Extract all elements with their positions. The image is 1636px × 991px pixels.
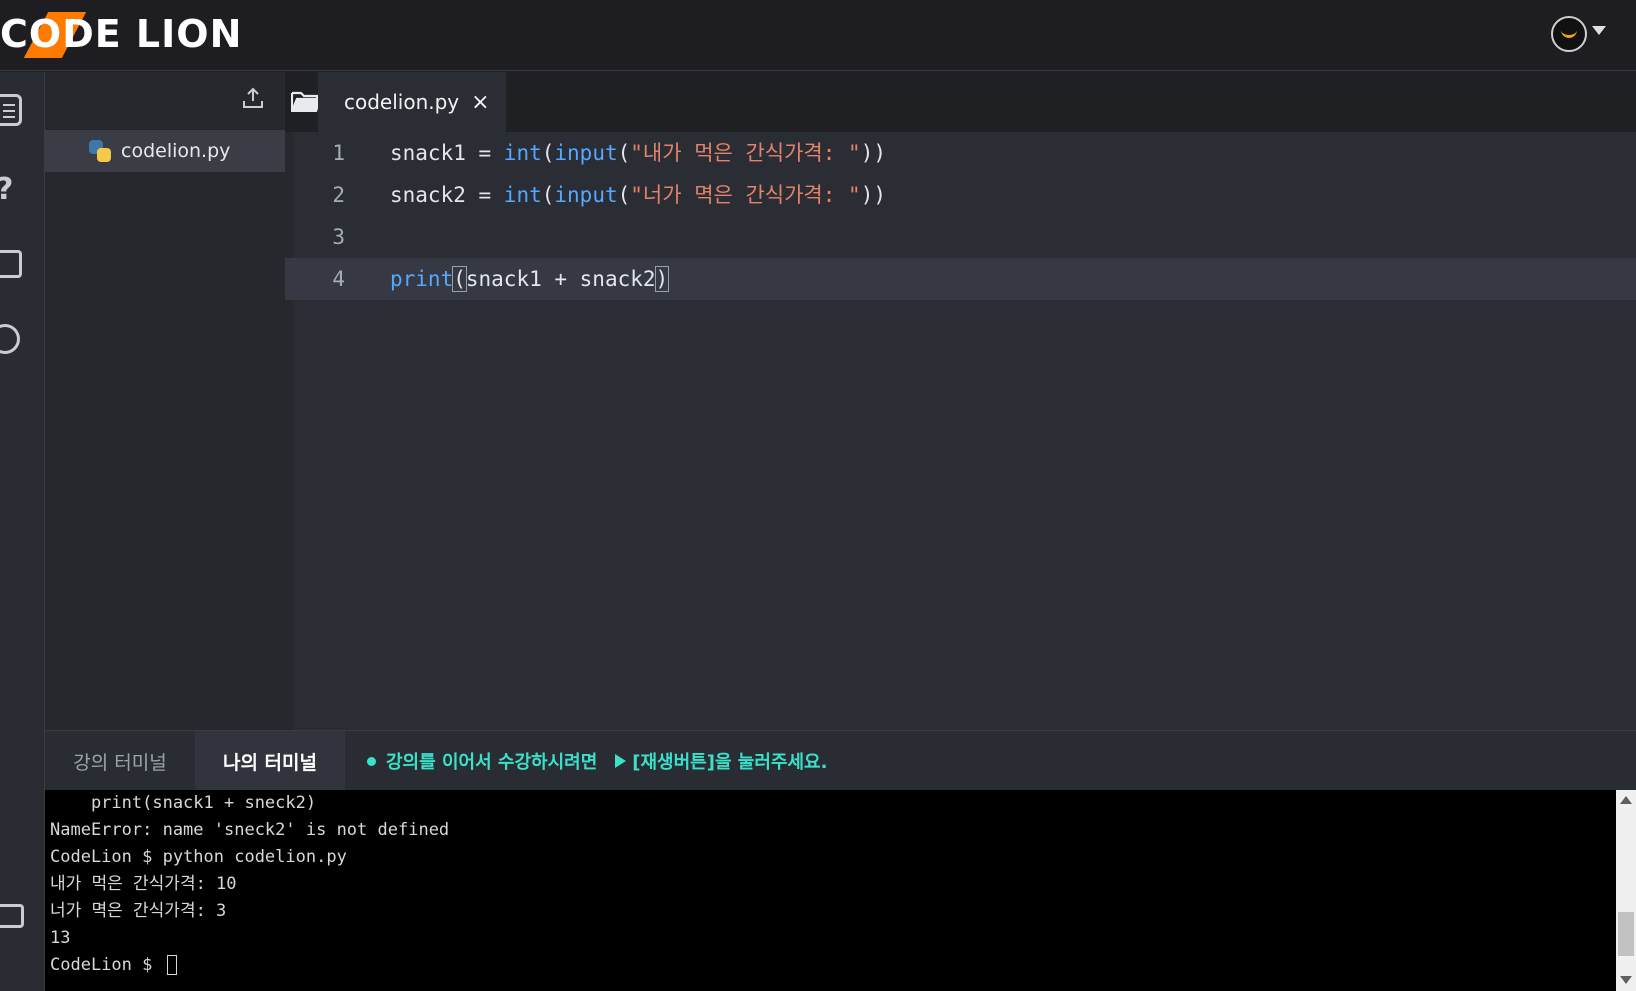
code-line[interactable]: 4 print(snack1 + snack2) — [285, 258, 1636, 300]
terminal-line: print(snack1 + sneck2) — [50, 793, 317, 813]
code-token: input — [554, 183, 618, 207]
scroll-up-icon[interactable] — [1620, 796, 1632, 804]
lion-avatar-icon[interactable] — [1551, 16, 1587, 52]
upload-icon[interactable] — [241, 86, 265, 110]
terminal-tab-bar: 강의 터미널 나의 터미널 강의를 이어서 수강하시려면 [재생버튼]을 눌러주… — [45, 730, 1636, 791]
code-text: print(snack1 + snack2) — [390, 258, 670, 300]
play-icon — [615, 754, 627, 768]
terminal-line: 너가 멱은 간식가격: 3 — [50, 901, 227, 921]
folder-icon[interactable] — [0, 250, 22, 278]
code-text: snack1 = int(input("내가 먹은 간식가격: ")) — [390, 132, 886, 174]
tab-codelion-py[interactable]: codelion.py × — [318, 72, 506, 132]
code-token: ( — [617, 141, 631, 165]
history-icon[interactable] — [0, 324, 20, 354]
notice-dot-icon — [367, 756, 376, 766]
code-token: ( — [541, 141, 555, 165]
code-token: print — [390, 267, 454, 291]
code-token: ( — [452, 266, 467, 292]
terminal-line: 13 — [50, 928, 71, 948]
logo-text: CODE LION — [0, 12, 243, 56]
code-token: )) — [860, 183, 886, 207]
scroll-down-icon[interactable] — [1620, 976, 1632, 984]
notice-action: [재생버튼]을 눌러주세요. — [632, 752, 828, 773]
code-token: int — [503, 141, 542, 165]
code-token: snack2 = — [390, 183, 504, 207]
close-icon[interactable]: × — [471, 90, 489, 115]
code-token: ( — [617, 183, 631, 207]
terminal-line: 내가 먹은 간식가격: 10 — [50, 874, 237, 894]
app-header: CODE LION — [0, 0, 1636, 71]
tab-label: codelion.py — [344, 90, 460, 114]
notice-text: 강의를 이어서 수강하시려면 — [386, 752, 598, 773]
terminal-output[interactable]: print(snack1 + sneck2) NameError: name 's… — [45, 790, 1616, 991]
code-token: "너가 멱은 간식가격: " — [630, 183, 861, 207]
terminal-line: CodeLion $ — [50, 952, 1616, 979]
line-number: 2 — [332, 183, 345, 207]
help-icon[interactable]: ? — [0, 172, 13, 207]
scroll-thumb[interactable] — [1618, 912, 1634, 956]
code-line[interactable]: 2 snack2 = int(input("너가 멱은 간식가격: ")) — [285, 174, 1636, 216]
code-token: ( — [541, 183, 555, 207]
terminal-cursor — [166, 955, 177, 975]
code-token: snack1 + snack2 — [465, 267, 656, 291]
code-token: ) — [654, 266, 670, 292]
code-token: )) — [860, 141, 886, 165]
open-folder-icon[interactable] — [291, 90, 321, 112]
terminal-scrollbar[interactable] — [1616, 790, 1636, 991]
line-number: 4 — [332, 267, 345, 291]
terminal-line: CodeLion $ python codelion.py — [50, 847, 347, 867]
avatar-face — [1561, 30, 1577, 38]
tab-lecture-terminal[interactable]: 강의 터미널 — [45, 731, 195, 791]
code-line[interactable]: 1 snack1 = int(input("내가 먹은 간식가격: ")) — [285, 132, 1636, 174]
file-explorer: codelion.py — [45, 72, 285, 730]
codelion-logo[interactable]: CODE LION — [0, 8, 242, 60]
terminal-line: NameError: name 'sneck2' is not defined — [50, 820, 450, 840]
code-token: "내가 먹은 간식가격: " — [630, 141, 861, 165]
file-item-codelion-py[interactable]: codelion.py — [45, 130, 285, 172]
caret-down-icon[interactable] — [1592, 26, 1606, 35]
code-token: snack1 = — [390, 141, 504, 165]
resume-notice: 강의를 이어서 수강하시려면 [재생버튼]을 눌러주세요. — [367, 731, 827, 791]
side-rail: ? — [0, 72, 45, 991]
chat-icon[interactable] — [0, 904, 24, 928]
tab-my-terminal[interactable]: 나의 터미널 — [195, 731, 345, 791]
python-icon — [89, 140, 111, 162]
line-number: 3 — [332, 225, 345, 249]
list-icon[interactable] — [0, 94, 22, 126]
code-text: snack2 = int(input("너가 멱은 간식가격: ")) — [390, 174, 886, 216]
line-number: 1 — [332, 141, 345, 165]
code-editor[interactable]: 1 snack1 = int(input("내가 먹은 간식가격: ")) 2 sna… — [285, 132, 1636, 730]
code-line[interactable]: 3 — [285, 216, 1636, 258]
code-token: int — [503, 183, 542, 207]
file-name: codelion.py — [121, 140, 231, 162]
code-token: input — [554, 141, 618, 165]
editor-tab-bar: codelion.py × — [285, 72, 1636, 132]
